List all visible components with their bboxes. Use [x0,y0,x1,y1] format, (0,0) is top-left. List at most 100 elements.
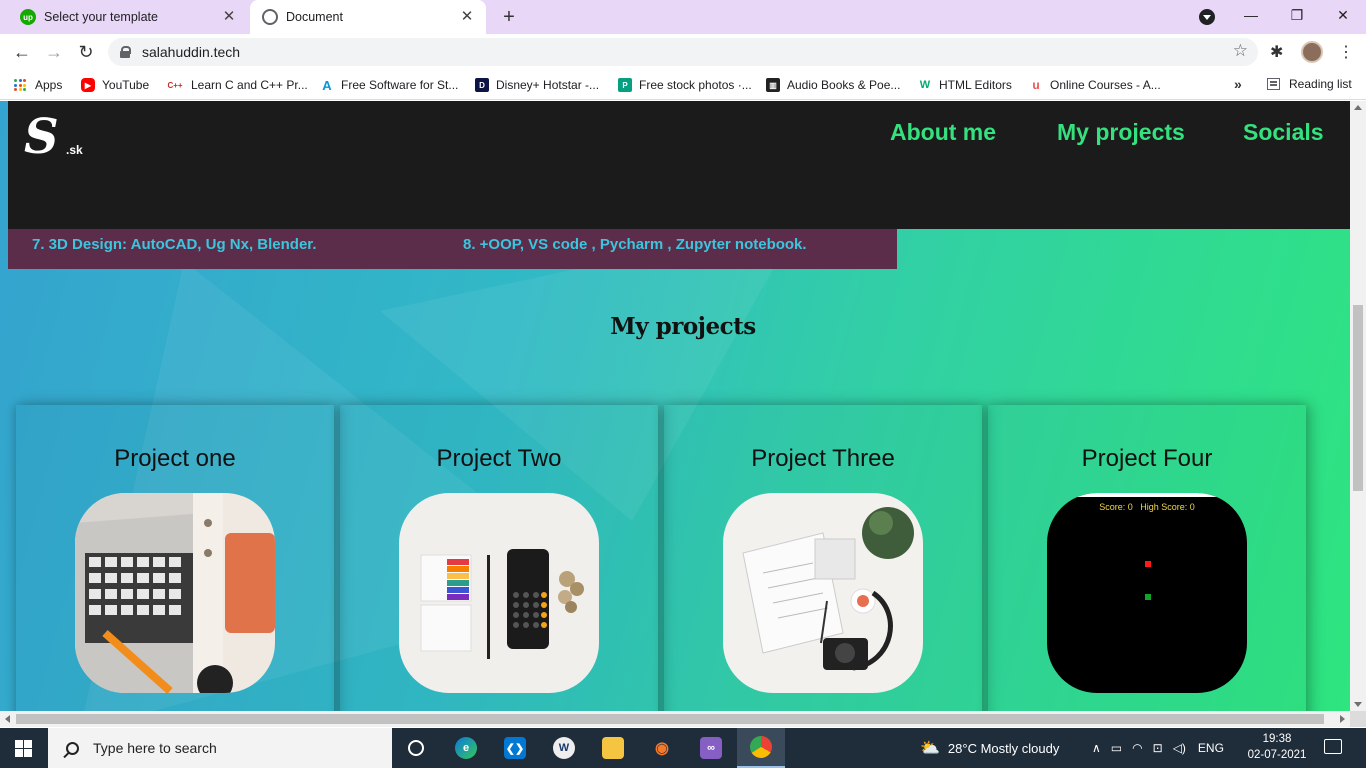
tab-search-icon[interactable] [1199,9,1215,25]
reading-list-icon [1267,78,1280,90]
address-bar[interactable]: salahuddin.tech ☆ [108,38,1258,66]
bookmark-hotstar[interactable]: D Disney+ Hotstar -... [475,77,599,93]
horizontal-scrollbar[interactable] [0,711,1350,727]
bookmark-audiobooks[interactable]: ▥ Audio Books & Poe... [766,77,900,93]
taskbar-clock[interactable]: 19:38 02-07-2021 [1244,731,1310,763]
chrome-icon [750,736,772,758]
skills-band: 7. 3D Design: AutoCAD, Ug Nx, Blender. 8… [8,229,897,269]
close-tab-icon[interactable]: ✕ [458,8,476,26]
battery-icon[interactable]: ▭ [1111,741,1122,755]
volume-icon[interactable]: ◁) [1173,741,1186,755]
vscode-icon: ❮❯ [504,737,526,759]
system-tray-icons[interactable]: ∧ ▭ ◠ ⊡ ◁) ENG [1092,728,1224,768]
cloud-sun-icon: ⛅ [920,740,940,757]
menu-kebab-icon[interactable]: ⋮ [1338,42,1354,62]
bookmark-youtube[interactable]: ▶ YouTube [81,77,149,93]
more-bookmarks-chevron-icon[interactable]: » [1234,76,1242,92]
scrollbar-thumb[interactable] [1353,305,1363,491]
profile-avatar[interactable] [1301,41,1323,63]
taskbar-blender[interactable]: ◉ [638,728,686,768]
bookmark-label: Learn C and C++ Pr... [191,78,308,92]
chevron-up-icon[interactable]: ∧ [1092,741,1101,755]
edge-icon: e [455,737,477,759]
bookmark-udemy[interactable]: u Online Courses - A... [1029,77,1160,93]
taskbar-edge[interactable]: e [442,728,490,768]
folder-icon [602,737,624,759]
scroll-down-arrow-icon[interactable] [1354,702,1362,707]
wps-icon: W [553,737,575,759]
task-view-icon [408,740,424,756]
windows-taskbar: Type here to search e ❮❯ W ◉ ∞ ⛅ 28°C Mo… [0,728,1366,768]
wifi-icon[interactable]: ◠ [1132,741,1142,755]
nav-my-projects[interactable]: My projects [1057,119,1185,146]
taskbar-file-explorer[interactable] [589,728,637,768]
clock-date: 02-07-2021 [1247,749,1307,761]
skill-item: 7. 3D Design: AutoCAD, Ug Nx, Blender. [32,236,317,253]
project-card[interactable]: Project Three [664,405,982,711]
scroll-up-arrow-icon[interactable] [1354,105,1362,110]
snake-game-screenshot[interactable]: Score: 0 High Score: 0 [1047,493,1247,693]
project-card[interactable]: Project Two [340,405,658,711]
scroll-left-arrow-icon[interactable] [5,715,10,723]
youtube-icon: ▶ [81,78,95,92]
calculator-flatlay-photo[interactable] [399,493,599,693]
projects-heading: My projects [610,313,756,340]
windows-start-icon[interactable] [15,740,32,757]
logo-letter: S [24,109,59,165]
back-arrow-icon[interactable]: ← [10,40,34,64]
snake-head [1145,594,1151,600]
extensions-puzzle-icon[interactable]: ✱ [1270,42,1283,62]
reading-list-label: Reading list [1289,77,1352,91]
hotstar-icon: D [475,78,489,92]
taskbar-search-box[interactable]: Type here to search [48,728,392,768]
bookmark-star-icon[interactable]: ☆ [1233,41,1248,61]
vertical-scrollbar[interactable] [1350,101,1366,711]
bookmark-pexels[interactable]: P Free stock photos ·... [618,77,752,93]
game-score-text: Score: 0 High Score: 0 [1099,502,1195,512]
bookmark-label: YouTube [102,78,150,92]
bookmark-apps[interactable]: Apps [14,77,62,93]
sketchbook-camera-photo[interactable] [723,493,923,693]
project-card[interactable]: Project one [16,405,334,711]
reading-list-button[interactable]: Reading list [1267,77,1352,91]
taskbar-visual-studio[interactable]: ∞ [687,728,735,768]
bookmark-learn-cpp[interactable]: C++ Learn C and C++ Pr... [166,77,308,93]
nav-socials[interactable]: Socials [1243,119,1324,146]
close-tab-icon[interactable]: ✕ [220,8,238,26]
search-icon [66,741,79,755]
restore-button[interactable]: ❐ [1274,0,1320,30]
bookmark-html-editors[interactable]: W HTML Editors [918,77,1012,93]
taskbar-chrome[interactable] [737,728,785,768]
tab-document[interactable]: Document ✕ [250,0,486,34]
url-text[interactable]: salahuddin.tech [142,44,240,60]
reload-icon[interactable]: ↻ [74,40,98,64]
notification-center-icon[interactable] [1324,739,1342,754]
scroll-right-arrow-icon[interactable] [1340,715,1345,723]
tab-select-template[interactable]: up Select your template ✕ [0,0,248,34]
task-view-button[interactable] [392,728,440,768]
nav-about-me[interactable]: About me [890,119,996,146]
laptop-desk-photo[interactable] [75,493,275,693]
language-indicator[interactable]: ENG [1198,741,1224,755]
bookmark-autodesk[interactable]: A Free Software for St... [320,77,458,93]
forward-arrow-icon[interactable]: → [42,40,66,64]
network-icon[interactable]: ⊡ [1153,741,1163,755]
minimize-button[interactable]: — [1228,0,1274,30]
tab-title: Select your template [44,10,158,24]
close-window-button[interactable]: ✕ [1320,0,1366,30]
site-logo[interactable]: S .sk [24,109,88,165]
new-tab-button[interactable]: + [498,6,520,28]
visual-studio-icon: ∞ [700,737,722,759]
project-card[interactable]: Project Four Score: 0 High Score: 0 [988,405,1306,711]
bookmark-label: Disney+ Hotstar -... [496,78,600,92]
taskbar-vscode[interactable]: ❮❯ [491,728,539,768]
lock-icon[interactable] [120,46,131,58]
scrollbar-thumb[interactable] [16,714,1324,724]
taskbar-app-w[interactable]: W [540,728,588,768]
page-viewport: S .sk About me My projects Socials 7. 3D… [0,101,1350,711]
tab-strip: up Select your template ✕ Document ✕ + —… [0,0,1366,34]
weather-widget[interactable]: ⛅ 28°C Mostly cloudy [920,728,1059,768]
game-top-border [1047,493,1247,497]
bookmark-label: Free stock photos ·... [639,78,752,92]
bookmark-label: Apps [35,78,63,92]
